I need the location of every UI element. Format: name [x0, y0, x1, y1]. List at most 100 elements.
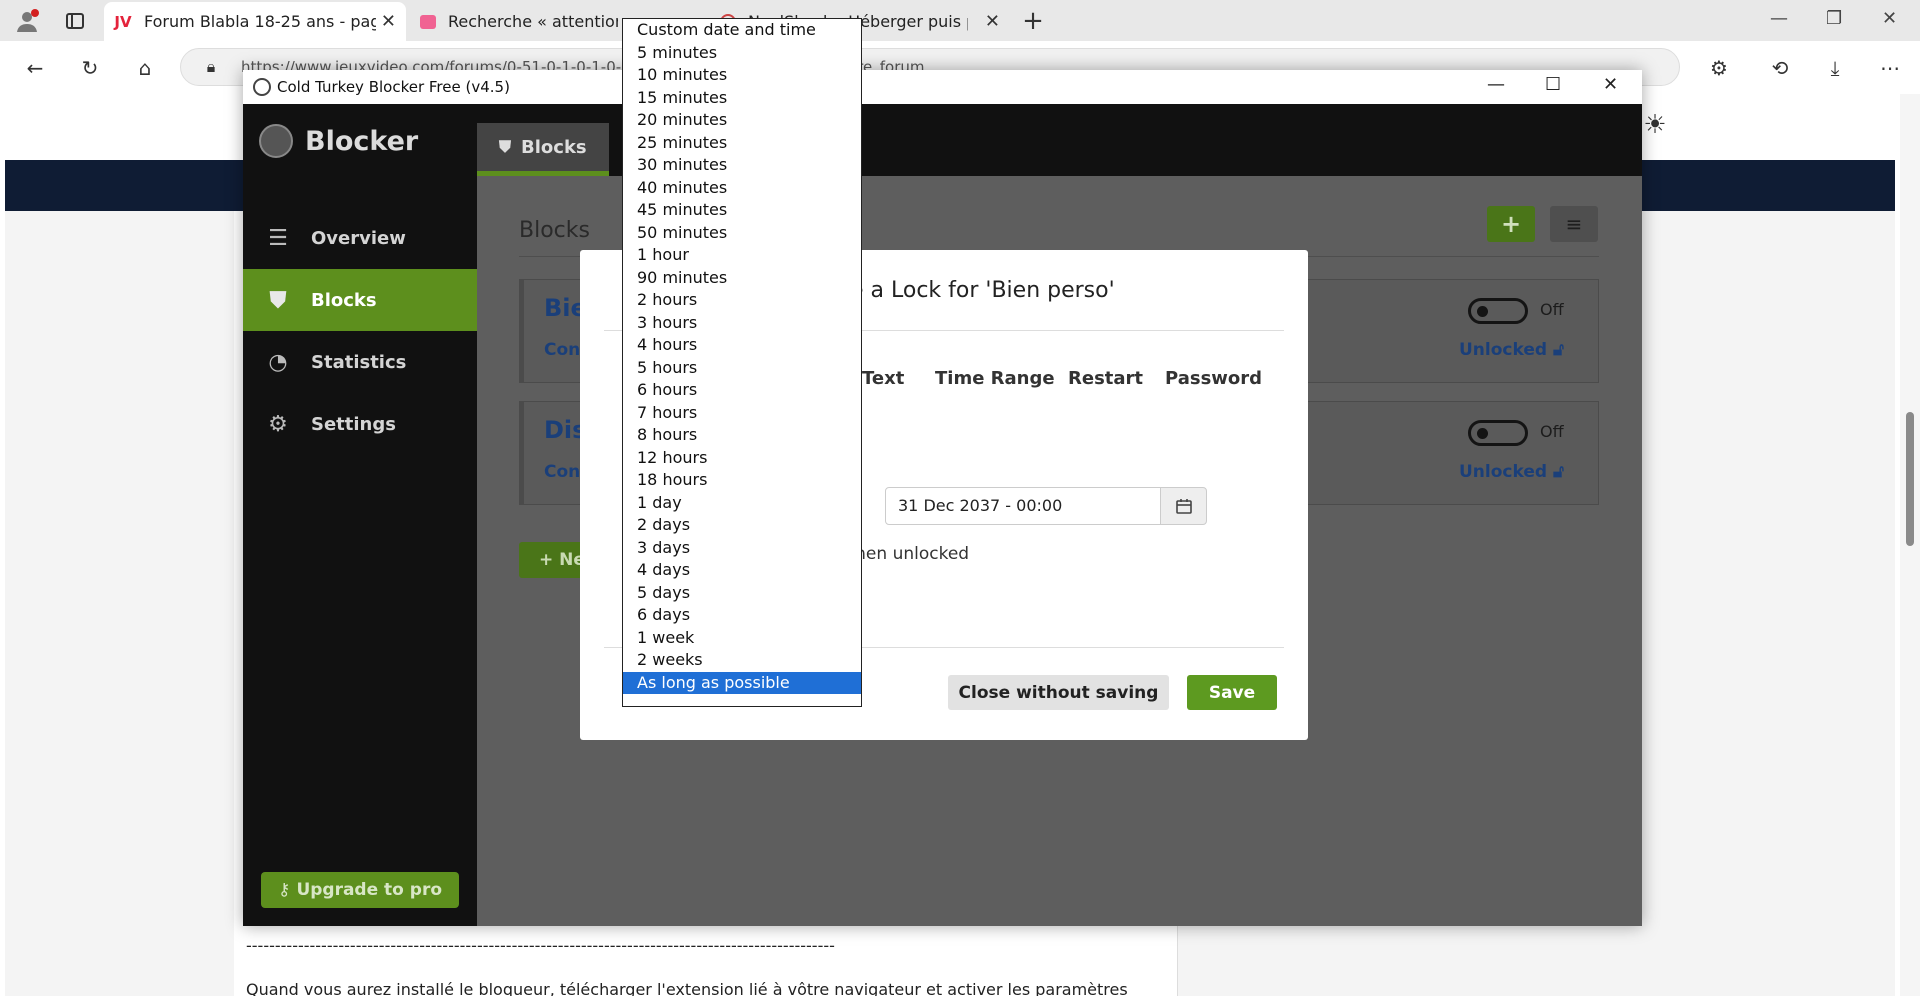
dropdown-option[interactable]: 4 days: [623, 559, 861, 582]
home-icon[interactable]: ⌂: [130, 53, 160, 83]
close-window-icon[interactable]: ✕: [1882, 8, 1897, 29]
toggle-knob: [1477, 428, 1488, 439]
dropdown-option[interactable]: 20 minutes: [623, 109, 861, 132]
dropdown-option[interactable]: 5 days: [623, 582, 861, 605]
dropdown-option[interactable]: 25 minutes: [623, 132, 861, 155]
close-without-saving-button[interactable]: Close without saving: [948, 675, 1169, 710]
dropdown-option[interactable]: 2 days: [623, 514, 861, 537]
scrollbar-thumb[interactable]: [1906, 412, 1914, 546]
post-text: Quand vous aurez installé le bloqueur, t…: [246, 980, 1128, 996]
brand-name: Blocker: [305, 125, 419, 157]
upgrade-label: Upgrade to pro: [296, 880, 443, 900]
dropdown-option[interactable]: 30 minutes: [623, 154, 861, 177]
download-icon[interactable]: ⤓: [1820, 53, 1850, 83]
refresh-icon[interactable]: ↻: [75, 53, 105, 83]
app-titlebar: Cold Turkey Blocker Free (v4.5) — ☐ ✕: [243, 70, 1642, 104]
dropdown-option[interactable]: 45 minutes: [623, 199, 861, 222]
dropdown-option[interactable]: 50 minutes: [623, 222, 861, 245]
calendar-icon[interactable]: [1160, 487, 1207, 525]
close-tab-icon[interactable]: ✕: [985, 11, 1000, 32]
sidebar-item-statistics[interactable]: ◔ Statistics: [243, 331, 477, 393]
unlock-icon: 🔓︎: [1552, 462, 1564, 482]
block-toggle[interactable]: [1468, 298, 1528, 324]
page-title: Blocks: [519, 218, 590, 243]
dropdown-option[interactable]: 15 minutes: [623, 87, 861, 110]
new-tab-icon[interactable]: +: [1018, 6, 1048, 36]
dropdown-option[interactable]: 1 hour: [623, 244, 861, 267]
close-tab-icon[interactable]: ✕: [381, 11, 396, 32]
tab-forum[interactable]: JV Forum Blabla 18-25 ans - page 2 ✕: [104, 2, 406, 41]
pie-chart-icon: ◔: [268, 349, 288, 375]
dropdown-option[interactable]: 18 hours: [623, 469, 861, 492]
tab-text[interactable]: Text: [862, 368, 904, 389]
profile-icon[interactable]: [12, 6, 42, 36]
dropdown-option[interactable]: 40 minutes: [623, 177, 861, 200]
post-separator: ----------------------------------------…: [246, 936, 835, 955]
app-minimize-icon[interactable]: —: [1487, 74, 1505, 95]
dropdown-option[interactable]: 90 minutes: [623, 267, 861, 290]
sidebar-item-blocks[interactable]: ⛊ Blocks: [243, 269, 477, 331]
toggle-knob: [1477, 306, 1488, 317]
dialog-title: e a Lock for 'Bien perso': [850, 278, 1115, 303]
tab-blocks[interactable]: ⛊ Blocks: [477, 123, 609, 176]
toggle-label: Off: [1540, 422, 1564, 441]
add-block-button[interactable]: +: [1487, 206, 1535, 242]
tab-label: Forum Blabla 18-25 ans - page 2: [144, 12, 376, 31]
menu-button[interactable]: ≡: [1550, 206, 1598, 242]
dropdown-option[interactable]: 10 minutes: [623, 64, 861, 87]
sidebar-item-label: Statistics: [311, 351, 407, 373]
extensions-icon[interactable]: ⚙: [1704, 53, 1734, 83]
history-icon[interactable]: ⟲: [1765, 53, 1795, 83]
tab-restart[interactable]: Restart: [1068, 368, 1143, 389]
shield-icon: ⛊: [499, 137, 512, 156]
lock-status[interactable]: Unlocked 🔓︎: [1459, 462, 1564, 482]
dropdown-option[interactable]: 1 week: [623, 627, 861, 650]
lock-status[interactable]: Unlocked 🔓︎: [1459, 340, 1564, 360]
overview-icon: ☰: [268, 225, 288, 251]
restore-icon[interactable]: ❐: [1826, 8, 1842, 29]
dropdown-option[interactable]: 3 days: [623, 537, 861, 560]
dropdown-option[interactable]: 1 day: [623, 492, 861, 515]
lock-icon[interactable]: 🔒︎: [196, 52, 226, 82]
sidebar-item-overview[interactable]: ☰ Overview: [243, 207, 477, 269]
dropdown-option[interactable]: 3 hours: [623, 312, 861, 335]
lock-date-input[interactable]: 31 Dec 2037 - 00:00: [885, 487, 1161, 525]
app-close-icon[interactable]: ✕: [1603, 74, 1618, 95]
back-icon[interactable]: ←: [20, 53, 50, 83]
tab-label: Recherche « attention »: [448, 12, 618, 31]
dropdown-option[interactable]: 7 hours: [623, 402, 861, 425]
sidebar: Blocker ☰ Overview ⛊ Blocks ◔ Statistics…: [243, 104, 477, 926]
app-title: Cold Turkey Blocker Free (v4.5): [277, 78, 510, 96]
browser-tabstrip: JV Forum Blabla 18-25 ans - page 2 ✕ Rec…: [0, 0, 1920, 41]
unlock-icon: 🔓︎: [1552, 340, 1564, 360]
more-icon[interactable]: ⋯: [1875, 53, 1905, 83]
dropdown-option[interactable]: 4 hours: [623, 334, 861, 357]
tab-time-range[interactable]: Time Range: [935, 368, 1055, 389]
jv-favicon-icon: JV: [114, 12, 132, 31]
dropdown-option[interactable]: 2 hours: [623, 289, 861, 312]
dropdown-option[interactable]: 6 hours: [623, 379, 861, 402]
dropdown-option[interactable]: 5 minutes: [623, 42, 861, 65]
lock-status-label: Unlocked: [1459, 462, 1548, 482]
save-button[interactable]: Save: [1187, 675, 1277, 710]
dropdown-option[interactable]: 12 hours: [623, 447, 861, 470]
theme-sun-icon[interactable]: ☀: [1640, 110, 1670, 140]
dropdown-option[interactable]: 6 days: [623, 604, 861, 627]
page-scrollbar[interactable]: [1900, 94, 1920, 996]
dropdown-option[interactable]: As long as possible: [623, 671, 861, 694]
tab-actions-icon[interactable]: [60, 6, 90, 36]
dropdown-option[interactable]: Custom date and time: [623, 19, 861, 42]
sidebar-item-label: Blocks: [311, 289, 377, 311]
dropdown-option[interactable]: 2 weeks: [623, 649, 861, 672]
dropdown-option[interactable]: 5 hours: [623, 357, 861, 380]
minimize-icon[interactable]: —: [1770, 8, 1788, 29]
app-maximize-icon[interactable]: ☐: [1545, 74, 1561, 95]
sidebar-item-settings[interactable]: ⚙ Settings: [243, 393, 477, 455]
duration-dropdown-list[interactable]: Custom date and time 5 minutes 10 minutes 1…: [622, 18, 862, 707]
block-toggle[interactable]: [1468, 420, 1528, 446]
upgrade-button[interactable]: ⚷ Upgrade to pro: [261, 872, 459, 908]
key-icon: ⚷: [277, 880, 291, 900]
tab-password[interactable]: Password: [1165, 368, 1262, 389]
dropdown-option[interactable]: 8 hours: [623, 424, 861, 447]
app-logo-icon: [253, 78, 271, 96]
